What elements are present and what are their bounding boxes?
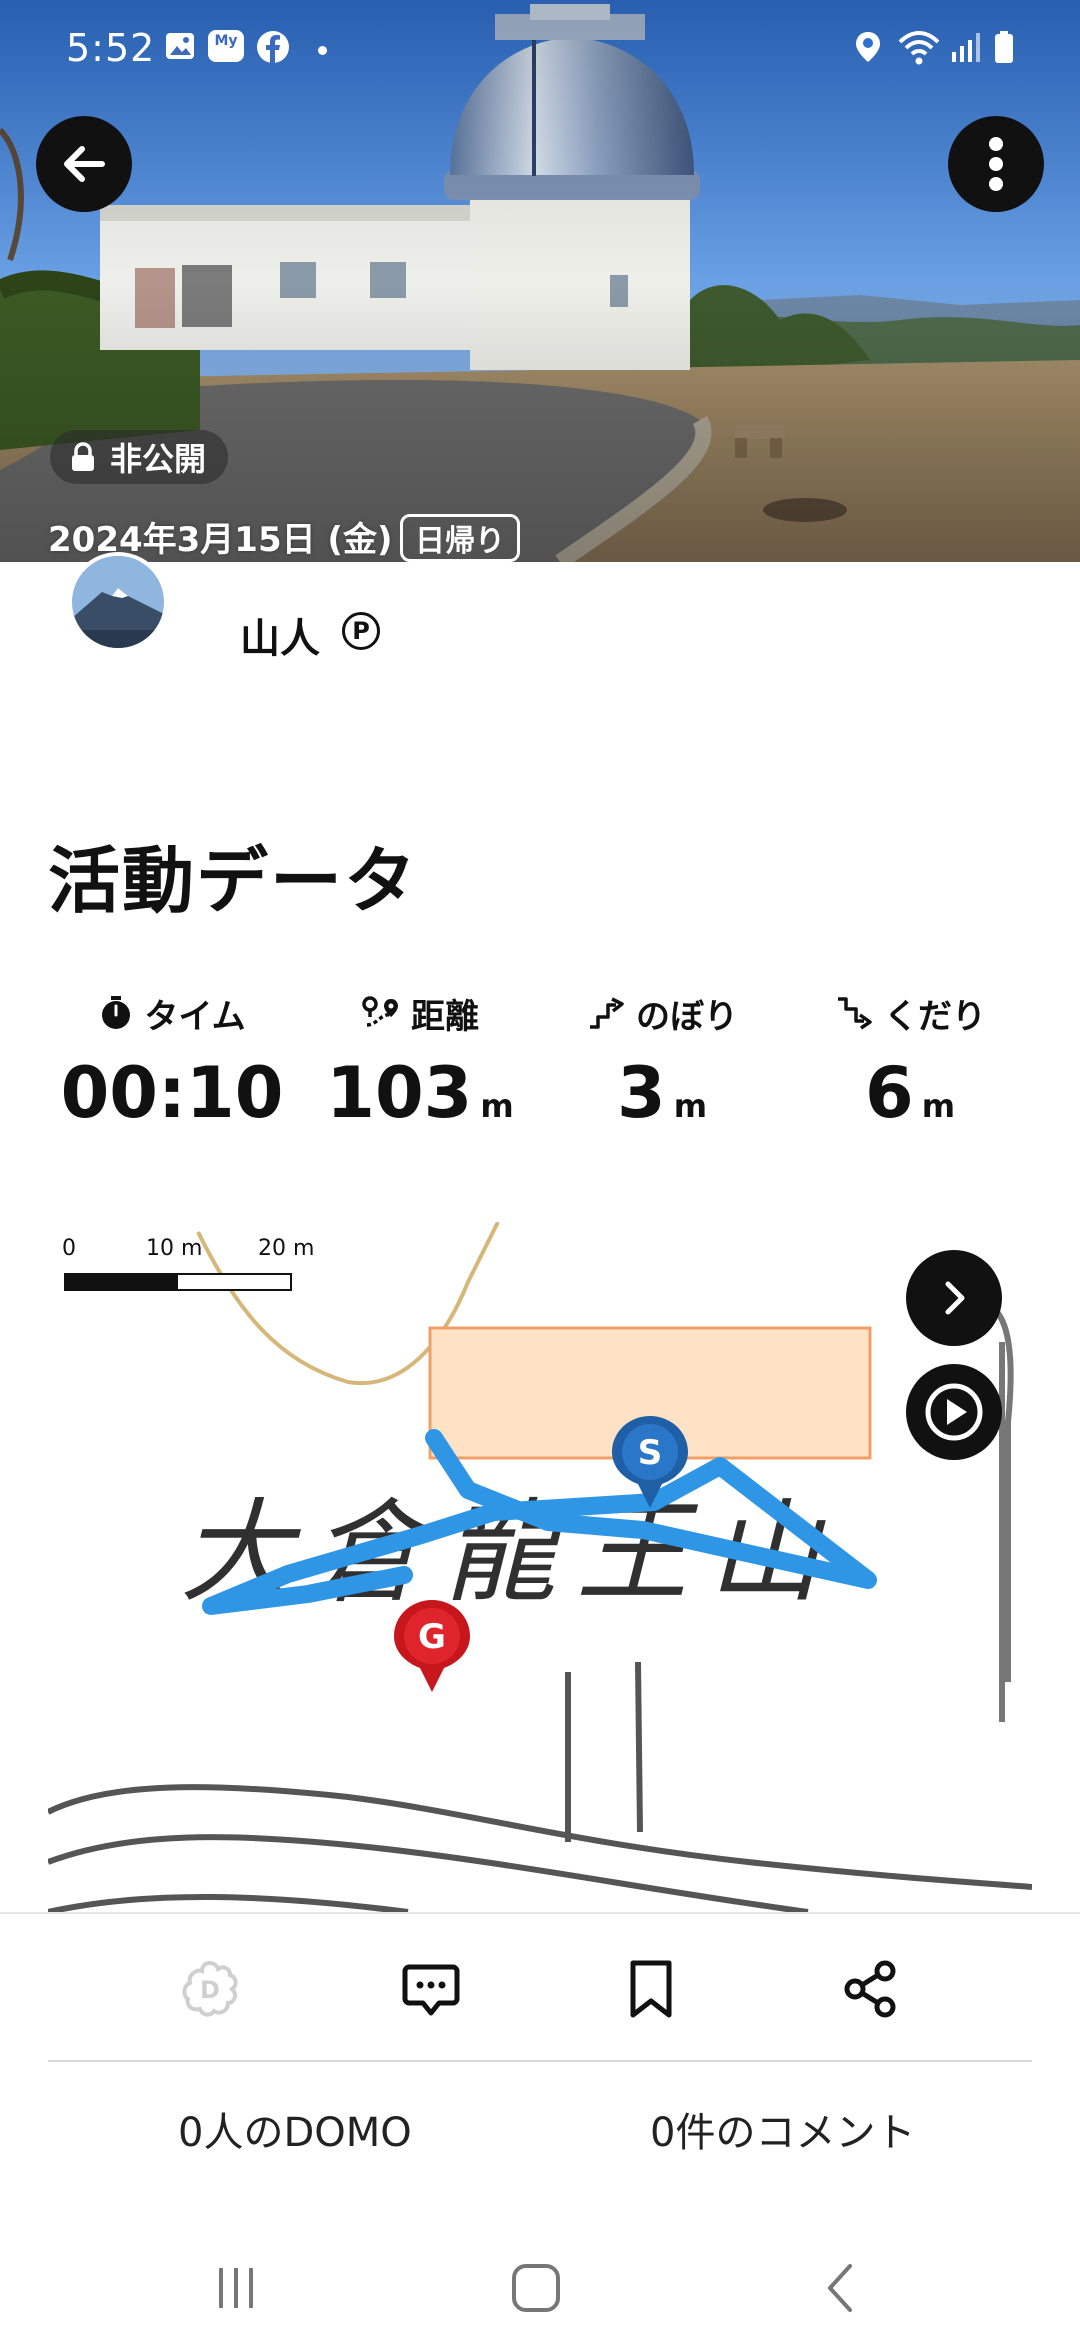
battery-icon bbox=[995, 31, 1013, 63]
svg-text:D: D bbox=[200, 1976, 220, 2004]
stat-time-value: 00:10 bbox=[60, 1052, 284, 1134]
start-marker-label: S bbox=[638, 1433, 663, 1473]
domo-button[interactable]: D bbox=[175, 1954, 245, 2024]
chevron-right-icon bbox=[945, 1281, 965, 1315]
facebook-icon bbox=[257, 31, 289, 63]
track-map[interactable]: 大倉龍王山 S G bbox=[48, 1222, 1032, 1912]
visibility-badge: 非公開 bbox=[50, 430, 229, 484]
share-icon bbox=[844, 1960, 896, 2018]
track-layer bbox=[202, 1429, 877, 1615]
recent-apps-button[interactable] bbox=[196, 2258, 276, 2318]
action-bar: D bbox=[0, 1912, 1080, 2062]
avatar[interactable] bbox=[72, 556, 164, 648]
premium-badge: P bbox=[342, 612, 380, 650]
scale-label-0: 0 bbox=[62, 1236, 76, 1261]
ascent-icon bbox=[590, 997, 624, 1029]
start-marker[interactable]: S bbox=[610, 1414, 690, 1510]
wifi-icon bbox=[898, 31, 940, 65]
stopwatch-icon bbox=[102, 996, 131, 1029]
share-button[interactable] bbox=[836, 1954, 906, 2024]
arrow-left-icon bbox=[64, 146, 105, 182]
gallery-icon bbox=[166, 33, 194, 59]
scale-label-20: 20 m bbox=[258, 1236, 315, 1261]
goal-marker[interactable]: G bbox=[392, 1598, 472, 1694]
stat-ascent-value: 3 bbox=[616, 1052, 666, 1134]
status-bar: 5:52 My bbox=[0, 0, 1080, 100]
goal-marker-label: G bbox=[418, 1617, 446, 1657]
stat-ascent-unit: m bbox=[673, 1087, 708, 1125]
route-icon bbox=[362, 996, 398, 1027]
scale-label-10: 10 m bbox=[146, 1236, 203, 1261]
comment-icon bbox=[402, 1964, 460, 2016]
map-scale-bar bbox=[64, 1273, 292, 1291]
avatar-image bbox=[72, 556, 164, 648]
cover-photo: 5:52 My 非公開 2024年3月15日 (金) 日帰り bbox=[0, 0, 1080, 562]
back-button[interactable] bbox=[36, 116, 132, 212]
more-menu-button[interactable] bbox=[948, 116, 1044, 212]
recent-apps-icon bbox=[219, 2268, 253, 2308]
username[interactable]: 山人 bbox=[240, 606, 320, 664]
bookmark-button[interactable] bbox=[616, 1954, 686, 2024]
gps-track-line bbox=[202, 1429, 877, 1615]
map-expand-button[interactable] bbox=[906, 1250, 1002, 1346]
home-icon bbox=[512, 2264, 560, 2312]
stat-descent: くだり 6m bbox=[780, 990, 1040, 1128]
back-icon bbox=[828, 2264, 852, 2312]
stat-distance-unit: m bbox=[480, 1087, 514, 1125]
activity-data-title: 活動データ bbox=[48, 839, 419, 923]
lock-icon bbox=[72, 442, 94, 471]
stat-time-label: タイム bbox=[144, 996, 246, 1037]
stat-distance-label: 距離 bbox=[411, 996, 479, 1037]
stat-time: タイム 00:10 bbox=[42, 990, 302, 1128]
trip-type-badge: 日帰り bbox=[400, 514, 520, 562]
domo-count[interactable]: 0人のDOMO bbox=[178, 2100, 412, 2158]
activity-date: 2024年3月15日 (金) bbox=[48, 520, 393, 560]
home-button[interactable] bbox=[496, 2258, 576, 2318]
my-docomo-icon: My bbox=[208, 30, 244, 62]
track-replay-button[interactable] bbox=[906, 1364, 1002, 1460]
nav-back-button[interactable] bbox=[800, 2258, 880, 2318]
stat-distance: 距離 103 m bbox=[290, 990, 550, 1128]
domo-icon: D bbox=[182, 1960, 238, 2017]
stat-ascent: のぼり 3m bbox=[532, 990, 792, 1128]
bookmark-icon bbox=[630, 1960, 672, 2018]
stat-distance-value: 103 bbox=[326, 1052, 473, 1134]
play-icon bbox=[925, 1383, 983, 1441]
comment-count[interactable]: 0件のコメント bbox=[650, 2100, 915, 2158]
stat-descent-unit: m bbox=[921, 1087, 956, 1125]
location-icon bbox=[856, 32, 880, 62]
visibility-label: 非公開 bbox=[110, 440, 207, 478]
status-time: 5:52 bbox=[66, 26, 156, 70]
descent-icon bbox=[838, 997, 872, 1030]
system-nav-bar bbox=[0, 2230, 1080, 2340]
dot-icon bbox=[318, 46, 327, 55]
stat-ascent-label: のぼり bbox=[636, 996, 738, 1037]
stat-descent-label: くだり bbox=[884, 996, 986, 1037]
signal-icon bbox=[952, 33, 980, 62]
action-divider bbox=[48, 2060, 1032, 2062]
stat-descent-value: 6 bbox=[864, 1052, 914, 1134]
comment-button[interactable] bbox=[396, 1954, 466, 2024]
more-vertical-icon bbox=[989, 137, 1003, 191]
